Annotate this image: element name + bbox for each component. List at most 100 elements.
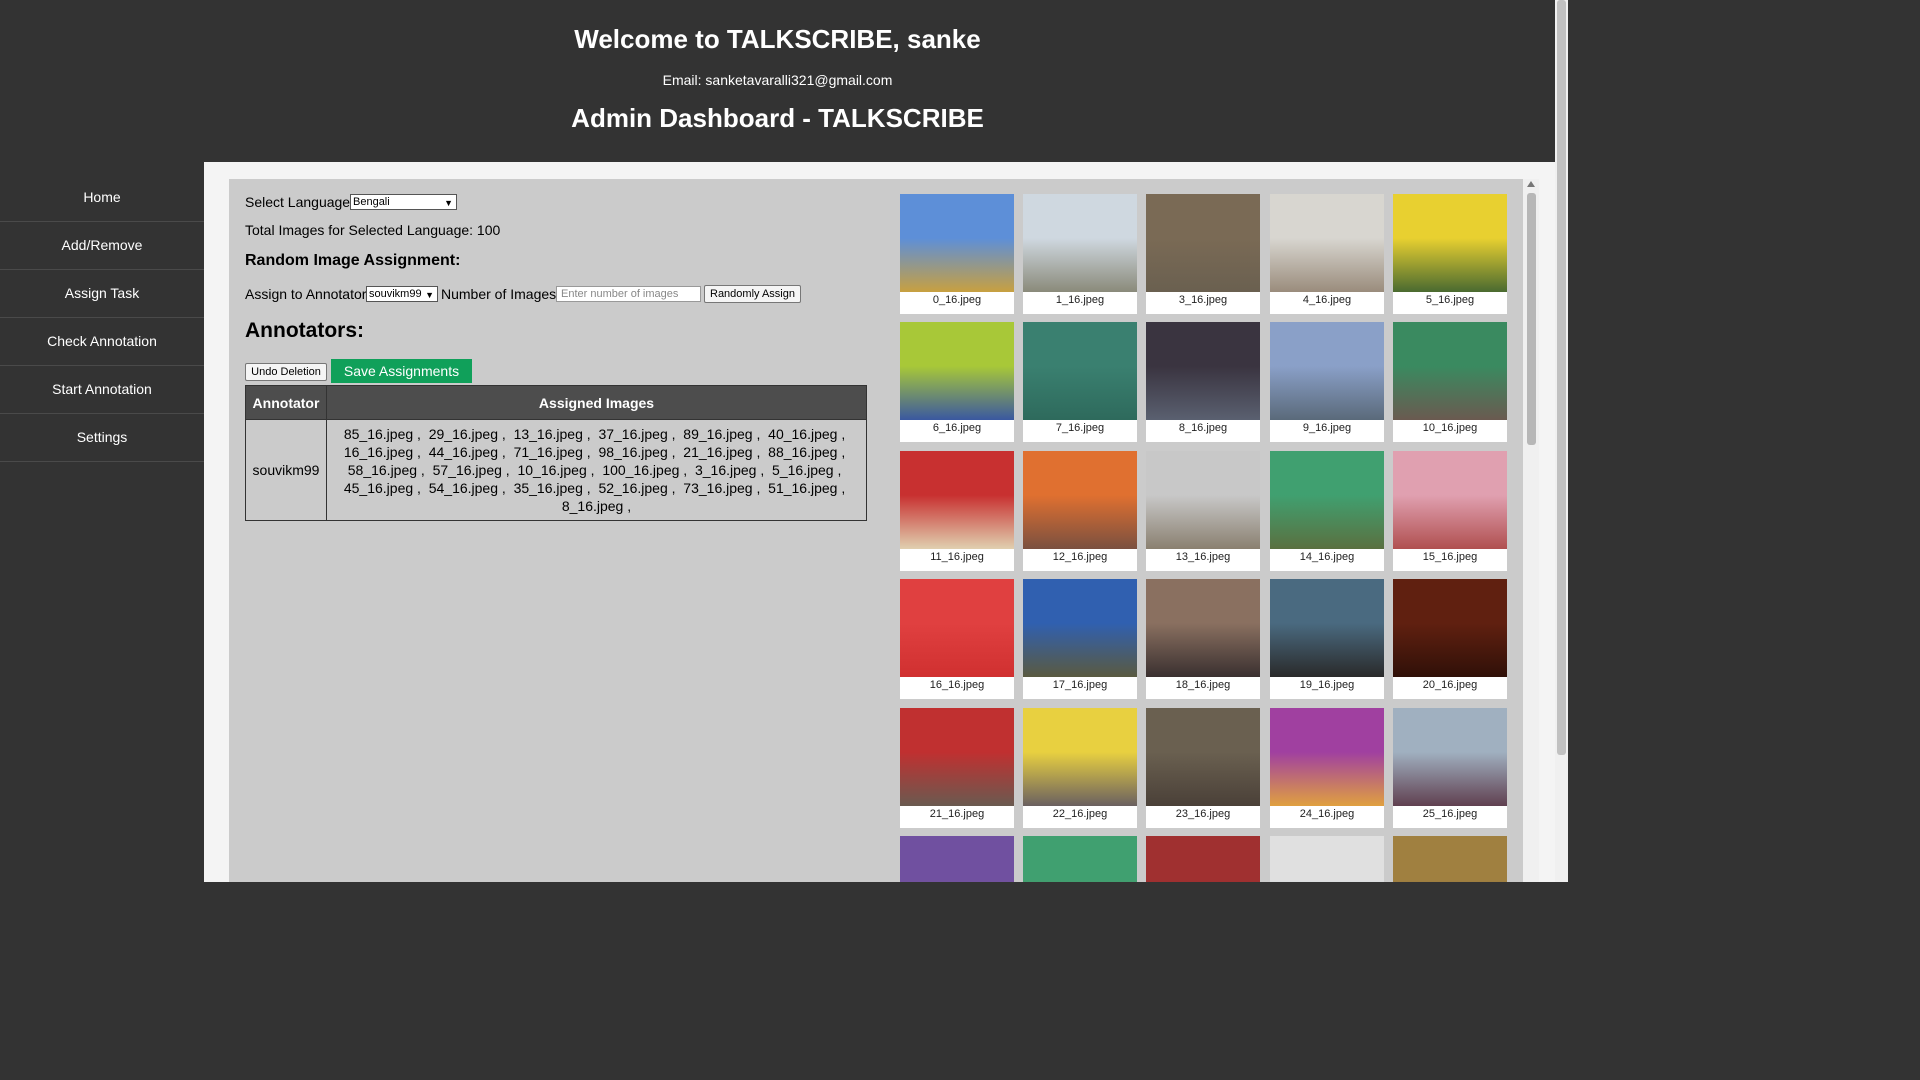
- gallery-tile[interactable]: 24_16.jpeg: [1270, 708, 1384, 828]
- header: Welcome to TALKSCRIBE, sanke Email: sank…: [0, 0, 1555, 162]
- assigned-image-name: 3_16.jpeg: [694, 462, 757, 478]
- gallery-tile[interactable]: 10_16.jpeg: [1393, 322, 1507, 442]
- gallery-caption: 1_16.jpeg: [1055, 294, 1105, 306]
- gallery-tile[interactable]: 15_16.jpeg: [1393, 451, 1507, 571]
- gallery-tile[interactable]: [1146, 836, 1260, 882]
- gallery-thumbnail[interactable]: [1146, 708, 1260, 806]
- page-scroll-thumb[interactable]: [1557, 0, 1566, 755]
- total-images-text: Total Images for Selected Language: 100: [245, 222, 501, 238]
- gallery-caption: 4_16.jpeg: [1302, 294, 1352, 306]
- assigned-image-name: 13_16.jpeg: [513, 426, 583, 442]
- gallery-thumbnail[interactable]: [1146, 836, 1260, 882]
- gallery-caption: 7_16.jpeg: [1055, 422, 1105, 434]
- sidebar-item-assign-task[interactable]: Assign Task: [0, 270, 204, 318]
- gallery-tile[interactable]: 5_16.jpeg: [1393, 194, 1507, 314]
- gallery-tile[interactable]: 21_16.jpeg: [900, 708, 1014, 828]
- gallery-thumbnail[interactable]: [1023, 451, 1137, 549]
- gallery-tile[interactable]: 1_16.jpeg: [1023, 194, 1137, 314]
- sidebar-item-start-annotation[interactable]: Start Annotation: [0, 366, 204, 414]
- page-scrollbar[interactable]: [1555, 0, 1568, 882]
- sidebar-item-add-remove[interactable]: Add/Remove: [0, 222, 204, 270]
- scroll-up-arrow-icon[interactable]: [1527, 181, 1535, 187]
- sidebar-item-settings[interactable]: Settings: [0, 414, 204, 462]
- gallery-thumbnail[interactable]: [1023, 579, 1137, 677]
- language-select[interactable]: Bengali ▼: [350, 194, 457, 210]
- gallery-tile[interactable]: 11_16.jpeg: [900, 451, 1014, 571]
- gallery-thumbnail[interactable]: [900, 579, 1014, 677]
- gallery-tile[interactable]: 3_16.jpeg: [1146, 194, 1260, 314]
- gallery-tile[interactable]: 6_16.jpeg: [900, 322, 1014, 442]
- gallery-tile[interactable]: 19_16.jpeg: [1270, 579, 1384, 699]
- gallery-thumbnail[interactable]: [1023, 836, 1137, 882]
- assigned-image-name: 51_16.jpeg: [768, 480, 838, 496]
- column-header-assigned-images: Assigned Images: [326, 385, 867, 420]
- sidebar-item-home[interactable]: Home: [0, 174, 204, 222]
- gallery-thumbnail[interactable]: [1023, 194, 1137, 292]
- assigned-image-name: 45_16.jpeg: [343, 480, 414, 496]
- gallery-tile[interactable]: [1023, 836, 1137, 882]
- gallery-thumbnail[interactable]: [1270, 708, 1384, 806]
- gallery-thumbnail[interactable]: [1270, 451, 1384, 549]
- gallery-tile[interactable]: 22_16.jpeg: [1023, 708, 1137, 828]
- save-assignments-button[interactable]: Save Assignments: [331, 359, 472, 383]
- gallery-tile[interactable]: 20_16.jpeg: [1393, 579, 1507, 699]
- gallery-tile[interactable]: 13_16.jpeg: [1146, 451, 1260, 571]
- gallery-thumbnail[interactable]: [1023, 322, 1137, 420]
- gallery-tile[interactable]: [900, 836, 1014, 882]
- gallery-tile[interactable]: 4_16.jpeg: [1270, 194, 1384, 314]
- randomly-assign-button[interactable]: Randomly Assign: [704, 285, 801, 303]
- gallery-tile[interactable]: 9_16.jpeg: [1270, 322, 1384, 442]
- assigned-image-name: 29_16.jpeg: [428, 426, 499, 442]
- gallery-tile[interactable]: [1393, 836, 1507, 882]
- gallery-thumbnail[interactable]: [1023, 708, 1137, 806]
- gallery-thumbnail[interactable]: [900, 322, 1014, 420]
- gallery-caption: 24_16.jpeg: [1299, 808, 1355, 820]
- gallery-thumbnail[interactable]: [1146, 322, 1260, 420]
- gallery-thumbnail[interactable]: [900, 451, 1014, 549]
- gallery-tile[interactable]: 14_16.jpeg: [1270, 451, 1384, 571]
- gallery-thumbnail[interactable]: [1393, 451, 1507, 549]
- gallery-thumbnail[interactable]: [1270, 836, 1384, 882]
- gallery-tile[interactable]: 8_16.jpeg: [1146, 322, 1260, 442]
- gallery-thumbnail[interactable]: [1146, 194, 1260, 292]
- gallery-tile[interactable]: 18_16.jpeg: [1146, 579, 1260, 699]
- assigned-image-name: 58_16.jpeg: [347, 462, 418, 478]
- gallery-tile[interactable]: [1270, 836, 1384, 882]
- gallery-thumbnail[interactable]: [1393, 194, 1507, 292]
- gallery-thumbnail[interactable]: [900, 708, 1014, 806]
- number-of-images-input[interactable]: Enter number of images: [556, 286, 701, 302]
- panel-scroll-thumb[interactable]: [1527, 193, 1536, 445]
- gallery-caption: 10_16.jpeg: [1422, 422, 1478, 434]
- gallery-caption: 5_16.jpeg: [1425, 294, 1475, 306]
- gallery-caption: 21_16.jpeg: [929, 808, 985, 820]
- assigned-image-name: 71_16.jpeg: [513, 444, 583, 460]
- gallery-tile[interactable]: 0_16.jpeg: [900, 194, 1014, 314]
- random-assignment-heading: Random Image Assignment:: [245, 252, 461, 269]
- gallery-thumbnail[interactable]: [1146, 451, 1260, 549]
- gallery-tile[interactable]: 17_16.jpeg: [1023, 579, 1137, 699]
- gallery-thumbnail[interactable]: [900, 194, 1014, 292]
- gallery-thumbnail[interactable]: [1393, 579, 1507, 677]
- annotator-select[interactable]: souvikm99 ▼: [366, 286, 438, 302]
- gallery-thumbnail[interactable]: [1270, 194, 1384, 292]
- gallery-caption: 18_16.jpeg: [1175, 679, 1231, 691]
- gallery-thumbnail[interactable]: [1146, 579, 1260, 677]
- gallery-thumbnail[interactable]: [1393, 708, 1507, 806]
- annotator-name: souvikm99: [245, 419, 327, 521]
- gallery-tile[interactable]: 7_16.jpeg: [1023, 322, 1137, 442]
- gallery-thumbnail[interactable]: [1393, 836, 1507, 882]
- assigned-image-name: 37_16.jpeg: [598, 426, 668, 442]
- panel-scrollbar[interactable]: [1523, 179, 1539, 882]
- gallery-caption: 14_16.jpeg: [1299, 551, 1355, 563]
- gallery-thumbnail[interactable]: [900, 836, 1014, 882]
- gallery-tile[interactable]: 23_16.jpeg: [1146, 708, 1260, 828]
- sidebar-item-check-annotation[interactable]: Check Annotation: [0, 318, 204, 366]
- gallery-tile[interactable]: 12_16.jpeg: [1023, 451, 1137, 571]
- gallery-thumbnail[interactable]: [1270, 579, 1384, 677]
- gallery-tile[interactable]: 16_16.jpeg: [900, 579, 1014, 699]
- gallery-thumbnail[interactable]: [1393, 322, 1507, 420]
- gallery-thumbnail[interactable]: [1270, 322, 1384, 420]
- gallery-caption: 23_16.jpeg: [1175, 808, 1231, 820]
- gallery-tile[interactable]: 25_16.jpeg: [1393, 708, 1507, 828]
- undo-deletion-button[interactable]: Undo Deletion: [245, 363, 327, 381]
